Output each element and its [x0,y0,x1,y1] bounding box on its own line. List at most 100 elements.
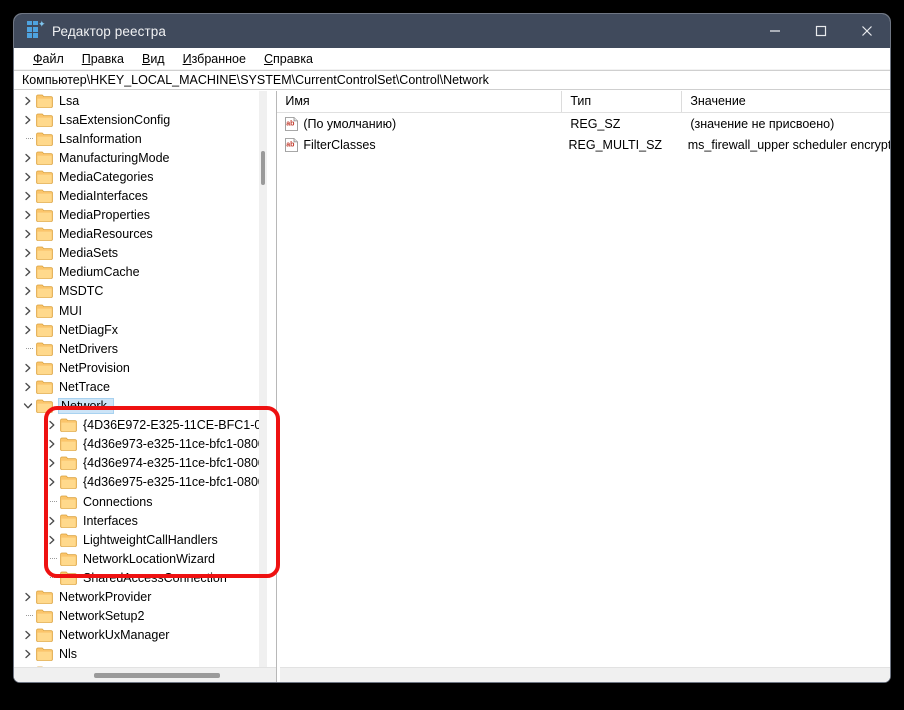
tree-item-label: NetworkSetup2 [59,609,145,624]
tree-item-17[interactable]: {4D36E972-E325-11CE-BFC1-08002B [14,416,262,435]
folder-icon [36,304,53,318]
tree-item-12[interactable]: NetDiagFx [14,320,262,339]
tree-item-29[interactable]: Nls [14,645,262,664]
column-header-name[interactable]: Имя [277,91,563,112]
value-name: FilterClasses [303,137,376,152]
close-icon[interactable] [844,14,890,48]
value-name-cell: ab FilterClasses [277,138,560,152]
value-type: REG_MULTI_SZ [568,137,663,152]
chevron-right-icon[interactable] [20,645,36,664]
chevron-right-icon[interactable] [44,416,60,435]
chevron-right-icon[interactable] [44,435,60,454]
menu-item-3[interactable]: Вид [133,51,174,67]
chevron-right-icon[interactable] [20,148,36,167]
menu-item-5[interactable]: Справка [255,51,322,67]
value-data: ms_firewall_upper scheduler encrypt [687,137,890,152]
tree-item-27[interactable]: NetworkSetup2 [14,607,262,626]
status-strip [280,667,890,682]
chevron-right-icon[interactable] [20,282,36,301]
tree-item-13[interactable]: NetDrivers [14,339,262,358]
value-row[interactable]: ab FilterClasses REG_MULTI_SZ ms_firewall_u… [277,134,890,155]
chevron-right-icon[interactable] [44,511,60,530]
address-bar[interactable]: Компьютер\HKEY_LOCAL_MACHINE\SYSTEM\Curr… [14,70,890,90]
chevron-right-icon[interactable] [20,587,36,606]
string-value-icon: ab [285,116,299,131]
chevron-right-icon[interactable] [20,206,36,225]
folder-icon [36,628,53,643]
menu-item-1[interactable]: Файл [24,51,73,67]
tree-item-14[interactable]: NetProvision [14,358,262,377]
tree-item-5[interactable]: MediaInterfaces [14,186,262,205]
tree-item-label: MSDTC [59,284,104,299]
tree-item-20[interactable]: {4d36e975-e325-11ce-bfc1-08002be [14,473,262,492]
chevron-right-icon[interactable] [20,167,36,186]
chevron-right-icon[interactable] [20,187,36,206]
tree-item-label: MUI [59,303,82,318]
folder-icon [36,170,53,184]
tree-item-16[interactable]: Network [14,397,262,416]
chevron-right-icon[interactable] [20,263,36,282]
tree-item-8[interactable]: MediaSets [14,244,262,263]
tree-item-0[interactable]: Lsa [14,91,262,110]
chevron-down-icon[interactable] [20,397,36,416]
title-bar[interactable]: ✦ Редактор реестра [14,14,890,48]
tree-item-9[interactable]: MediumCache [14,263,262,282]
tree-item-1[interactable]: LsaExtensionConfig [14,110,262,129]
tree-item-24[interactable]: NetworkLocationWizard [14,549,262,568]
window-title: Редактор реестра [52,23,166,39]
minimize-icon[interactable] [752,14,798,48]
tree-horizontal-scroll-thumb[interactable] [94,673,220,678]
folder-icon [36,647,53,662]
tree-item-26[interactable]: NetworkProvider [14,587,262,606]
tree-item-3[interactable]: ManufacturingMode [14,148,262,167]
chevron-right-icon[interactable] [44,454,60,473]
tree-item-4[interactable]: MediaCategories [14,167,262,186]
tree-item-21[interactable]: Connections [14,492,262,511]
chevron-right-icon[interactable] [20,244,36,263]
chevron-right-icon[interactable] [20,626,36,645]
tree-item-18[interactable]: {4d36e973-e325-11ce-bfc1-08002be [14,435,262,454]
registry-tree[interactable]: Lsa LsaExtensionConfig LsaInformation Manuf… [14,91,262,667]
menu-item-2[interactable]: Правка [73,51,133,67]
values-list[interactable]: ab (По умолчанию) REG_SZ (значение не присв… [277,113,890,155]
tree-item-15[interactable]: NetTrace [14,377,262,396]
column-header-type[interactable]: Тип [562,91,683,112]
folder-icon [60,456,77,471]
chevron-right-icon[interactable] [20,225,36,244]
maximize-icon[interactable] [798,14,844,48]
chevron-right-icon[interactable] [20,358,36,377]
tree-item-23[interactable]: LightweightCallHandlers [14,530,262,549]
folder-icon [60,437,77,452]
chevron-right-icon[interactable] [20,301,36,320]
tree-horizontal-scrollbar[interactable] [14,667,277,682]
tree-item-22[interactable]: Interfaces [14,511,262,530]
registry-editor-icon: ✦ [26,20,46,39]
tree-connector [20,129,36,148]
folder-icon [60,495,77,509]
chevron-right-icon[interactable] [20,320,36,339]
tree-item-11[interactable]: MUI [14,301,262,320]
chevron-right-icon[interactable] [20,91,36,110]
folder-icon [36,361,53,375]
tree-item-25[interactable]: SharedAccessConnection [14,568,262,587]
tree-item-2[interactable]: LsaInformation [14,129,262,148]
tree-item-7[interactable]: MediaResources [14,225,262,244]
tree-item-28[interactable]: NetworkUxManager [14,626,262,645]
tree-item-6[interactable]: MediaProperties [14,206,262,225]
column-header-value[interactable]: Значение [682,91,890,112]
value-name: (По умолчанию) [303,116,397,131]
menu-item-4[interactable]: Избранное [174,51,255,67]
value-row[interactable]: ab (По умолчанию) REG_SZ (значение не присв… [277,113,890,134]
tree-vertical-scroll-thumb[interactable] [261,151,266,185]
tree-vertical-scrollbar[interactable] [259,91,268,667]
tree-item-label: NetworkProvider [59,589,152,604]
tree-item-19[interactable]: {4d36e974-e325-11ce-bfc1-08002be [14,454,262,473]
folder-icon [36,208,53,222]
tree-item-label: LsaExtensionConfig [59,112,171,127]
chevron-right-icon[interactable] [20,377,36,396]
chevron-right-icon[interactable] [20,110,36,129]
chevron-right-icon[interactable] [44,473,60,492]
chevron-right-icon[interactable] [44,530,60,549]
tree-item-10[interactable]: MSDTC [14,282,262,301]
folder-icon [60,571,77,585]
